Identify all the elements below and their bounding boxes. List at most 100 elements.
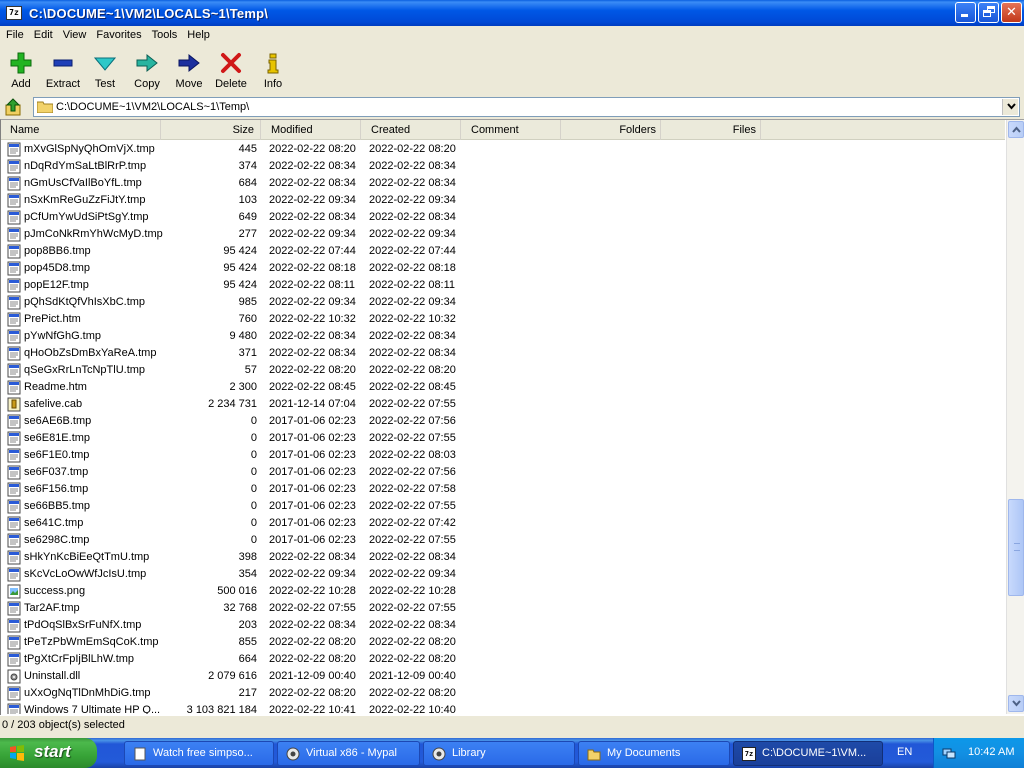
delete-button[interactable]: Delete xyxy=(210,45,252,95)
file-row[interactable]: safelive.cab 2 234 731 2021-12-14 07:04 202… xyxy=(1,396,1005,413)
test-button[interactable]: Test xyxy=(84,45,126,95)
file-row[interactable]: qSeGxRrLnTcNpTlU.tmp 57 2022-02-22 08:20 20… xyxy=(1,362,1005,379)
scroll-up-button[interactable] xyxy=(1008,121,1024,138)
file-rows: mXvGlSpNyQhOmVjX.tmp 445 2022-02-22 08:20 2… xyxy=(1,140,1005,714)
file-row[interactable]: Tar2AF.tmp 32 768 2022-02-22 07:55 2022-02-… xyxy=(1,600,1005,617)
address-path[interactable]: C:\DOCUME~1\VM2\LOCALS~1\Temp\ xyxy=(56,101,249,113)
file-created: 2022-02-22 08:11 xyxy=(369,279,456,291)
file-row[interactable]: PrePict.htm 760 2022-02-22 10:32 2022-02-22… xyxy=(1,311,1005,328)
restore-button[interactable] xyxy=(978,2,999,23)
menu-edit[interactable]: Edit xyxy=(29,27,58,44)
menu-help[interactable]: Help xyxy=(182,27,215,44)
start-label: start xyxy=(34,742,71,761)
file-row[interactable]: pop8BB6.tmp 95 424 2022-02-22 07:44 2022-02… xyxy=(1,243,1005,260)
file-row[interactable]: nDqRdYmSaLtBlRrP.tmp 374 2022-02-22 08:34 2… xyxy=(1,158,1005,175)
file-row[interactable]: sHkYnKcBiEeQtTmU.tmp 398 2022-02-22 08:34 2… xyxy=(1,549,1005,566)
file-row[interactable]: success.png 500 016 2022-02-22 10:28 2022-0… xyxy=(1,583,1005,600)
scroll-down-button[interactable] xyxy=(1008,695,1024,712)
column-header-size[interactable]: Size xyxy=(161,120,261,140)
file-row[interactable]: tPgXtCrFpIjBlLhW.tmp 664 2022-02-22 08:20 2… xyxy=(1,651,1005,668)
file-created: 2022-02-22 08:34 xyxy=(369,211,456,223)
language-indicator[interactable]: EN xyxy=(897,746,912,758)
file-size: 2 234 731 xyxy=(208,398,257,410)
start-button[interactable]: start xyxy=(0,738,97,768)
up-folder-button[interactable] xyxy=(4,98,24,116)
file-row[interactable]: pCfUmYwUdSiPtSgY.tmp 649 2022-02-22 08:34 2… xyxy=(1,209,1005,226)
title-bar[interactable]: 7z C:\DOCUME~1\VM2\LOCALS~1\Temp\ ✕ xyxy=(0,0,1024,26)
file-icon xyxy=(7,244,21,259)
task-my-documents[interactable]: My Documents xyxy=(578,741,730,766)
file-row[interactable]: nSxKmReGuZzFiJtY.tmp 103 2022-02-22 09:34 2… xyxy=(1,192,1005,209)
file-name: se6AE6B.tmp xyxy=(24,415,92,427)
column-header-name[interactable]: Name xyxy=(1,120,161,140)
file-row[interactable]: tPeTzPbWmEmSqCoK.tmp 855 2022-02-22 08:20 2… xyxy=(1,634,1005,651)
file-row[interactable]: tPdOqSlBxSrFuNfX.tmp 203 2022-02-22 08:34 2… xyxy=(1,617,1005,634)
menu-favorites[interactable]: Favorites xyxy=(91,27,146,44)
file-row[interactable]: mXvGlSpNyQhOmVjX.tmp 445 2022-02-22 08:20 2… xyxy=(1,141,1005,158)
file-icon xyxy=(7,550,21,565)
file-row[interactable]: se6F037.tmp 0 2017-01-06 02:23 2022-02-22 0… xyxy=(1,464,1005,481)
file-row[interactable]: Uninstall.dll 2 079 616 2021-12-09 00:40 20… xyxy=(1,668,1005,685)
file-modified: 2017-01-06 02:23 xyxy=(269,517,356,529)
file-row[interactable]: pQhSdKtQfVhIsXbC.tmp 985 2022-02-22 09:34 2… xyxy=(1,294,1005,311)
scroll-thumb[interactable] xyxy=(1008,499,1024,596)
network-icon[interactable] xyxy=(942,746,956,760)
file-name: nDqRdYmSaLtBlRrP.tmp xyxy=(24,160,147,172)
column-header-created[interactable]: Created xyxy=(361,120,461,140)
clock[interactable]: 10:42 AM xyxy=(968,746,1014,758)
file-modified: 2017-01-06 02:23 xyxy=(269,415,356,427)
file-row[interactable]: Windows 7 Ultimate HP Q... 3 103 821 184 2… xyxy=(1,702,1005,714)
file-row[interactable]: se6298C.tmp 0 2017-01-06 02:23 2022-02-22 0… xyxy=(1,532,1005,549)
add-button[interactable]: Add xyxy=(0,45,42,95)
file-row[interactable]: uXxOgNqTlDnMhDiG.tmp 217 2022-02-22 08:20 2… xyxy=(1,685,1005,702)
file-row[interactable]: se66BB5.tmp 0 2017-01-06 02:23 2022-02-22 0… xyxy=(1,498,1005,515)
task-virtual-x86[interactable]: Virtual x86 - Mypal xyxy=(277,741,420,766)
file-name: uXxOgNqTlDnMhDiG.tmp xyxy=(24,687,151,699)
vertical-scrollbar[interactable] xyxy=(1006,120,1024,714)
extract-button[interactable]: Extract xyxy=(42,45,84,95)
address-combobox[interactable]: C:\DOCUME~1\VM2\LOCALS~1\Temp\ xyxy=(33,97,1020,117)
file-row[interactable]: qHoObZsDmBxYaReA.tmp 371 2022-02-22 08:34 2… xyxy=(1,345,1005,362)
browser-icon xyxy=(286,747,300,761)
column-header-folders[interactable]: Folders xyxy=(561,120,661,140)
info-button[interactable]: Info xyxy=(252,45,294,95)
task-watch-simpsons[interactable]: Watch free simpso... xyxy=(124,741,274,766)
status-bar: 0 / 203 object(s) selected xyxy=(0,715,1024,735)
file-row[interactable]: Readme.htm 2 300 2022-02-22 08:45 2022-02-2… xyxy=(1,379,1005,396)
file-row[interactable]: pJmCoNkRmYhWcMyD.tmp 277 2022-02-22 09:34 2… xyxy=(1,226,1005,243)
file-created: 2022-02-22 09:34 xyxy=(369,194,456,206)
menu-view[interactable]: View xyxy=(58,27,92,44)
file-created: 2022-02-22 08:45 xyxy=(369,381,456,393)
file-row[interactable]: sKcVcLoOwWfJcIsU.tmp 354 2022-02-22 09:34 2… xyxy=(1,566,1005,583)
file-name: Uninstall.dll xyxy=(24,670,81,682)
move-button[interactable]: Move xyxy=(168,45,210,95)
file-created: 2022-02-22 08:34 xyxy=(369,330,456,342)
column-header-modified[interactable]: Modified xyxy=(261,120,361,140)
file-row[interactable]: nGmUsCfVaIlBoYfL.tmp 684 2022-02-22 08:34 2… xyxy=(1,175,1005,192)
menu-tools[interactable]: Tools xyxy=(147,27,183,44)
minimize-button[interactable] xyxy=(955,2,976,23)
file-row[interactable]: pop45D8.tmp 95 424 2022-02-22 08:18 2022-02… xyxy=(1,260,1005,277)
file-row[interactable]: se641C.tmp 0 2017-01-06 02:23 2022-02-22 07… xyxy=(1,515,1005,532)
column-header-files[interactable]: Files xyxy=(661,120,761,140)
task-7zip-window[interactable]: 7z C:\DOCUME~1\VM... xyxy=(733,741,883,766)
close-button[interactable]: ✕ xyxy=(1001,2,1022,23)
file-list[interactable]: Name Size Modified Created Comment Folde… xyxy=(0,119,1024,715)
file-size: 649 xyxy=(238,211,257,223)
menu-file[interactable]: File xyxy=(0,27,29,44)
address-dropdown-button[interactable] xyxy=(1002,99,1018,115)
file-row[interactable]: se6AE6B.tmp 0 2017-01-06 02:23 2022-02-22 0… xyxy=(1,413,1005,430)
file-row[interactable]: popE12F.tmp 95 424 2022-02-22 08:11 2022-02… xyxy=(1,277,1005,294)
column-header-comment[interactable]: Comment xyxy=(461,120,561,140)
copy-button[interactable]: Copy xyxy=(126,45,168,95)
file-size: 57 xyxy=(244,364,257,376)
file-name: qSeGxRrLnTcNpTlU.tmp xyxy=(24,364,146,376)
file-row[interactable]: se6E81E.tmp 0 2017-01-06 02:23 2022-02-22 0… xyxy=(1,430,1005,447)
task-library[interactable]: Library xyxy=(423,741,575,766)
sevenzip-app-icon[interactable]: 7z xyxy=(6,6,22,20)
file-created: 2022-02-22 08:20 xyxy=(369,653,456,665)
file-size: 0 xyxy=(250,517,257,529)
file-row[interactable]: se6F156.tmp 0 2017-01-06 02:23 2022-02-22 0… xyxy=(1,481,1005,498)
file-row[interactable]: pYwNfGhG.tmp 9 480 2022-02-22 08:34 2022-02… xyxy=(1,328,1005,345)
file-row[interactable]: se6F1E0.tmp 0 2017-01-06 02:23 2022-02-22 0… xyxy=(1,447,1005,464)
